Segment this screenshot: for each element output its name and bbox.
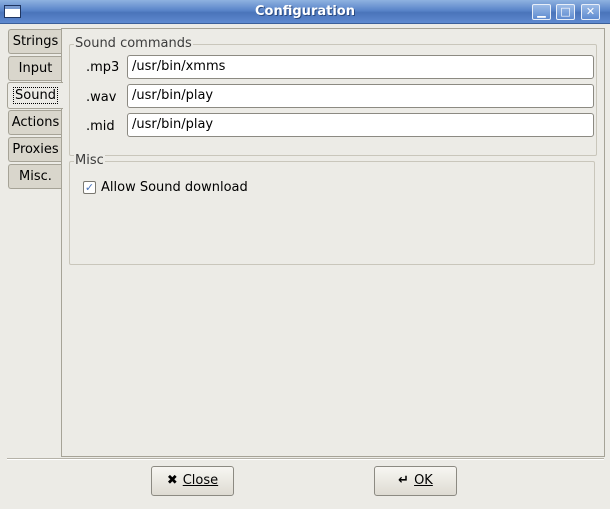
tab-label: Proxies	[12, 142, 59, 157]
separator	[7, 458, 604, 460]
wav-label: .wav	[86, 90, 117, 105]
ok-button[interactable]: ↵ OK	[374, 466, 457, 496]
tab-label: Misc.	[19, 169, 52, 184]
mp3-label: .mp3	[86, 60, 120, 75]
allow-sound-download-label[interactable]: Allow Sound download	[101, 180, 248, 195]
close-button[interactable]: ✖ Close	[151, 466, 234, 496]
maximize-button[interactable]: □	[556, 4, 575, 20]
close-window-button[interactable]: ✕	[581, 4, 600, 20]
mid-label: .mid	[86, 119, 115, 134]
window-title: Configuration	[255, 4, 355, 19]
tab-label: Sound	[13, 87, 58, 104]
tab-misc[interactable]: Misc.	[8, 164, 62, 189]
tab-proxies[interactable]: Proxies	[8, 137, 62, 162]
sound-tab-page: Sound commands .mp3 /usr/bin/xmms .wav /…	[61, 28, 605, 457]
mp3-command-input[interactable]: /usr/bin/xmms	[127, 55, 594, 79]
close-icon: ✖	[166, 473, 178, 488]
tab-label: Input	[18, 61, 53, 76]
close-button-label: Close	[182, 473, 219, 488]
misc-frame: Misc ✓ Allow Sound download	[69, 153, 595, 265]
tab-actions[interactable]: Actions	[8, 110, 62, 135]
ok-button-label: OK	[414, 473, 433, 488]
tab-strings[interactable]: Strings	[8, 29, 62, 54]
tab-input[interactable]: Input	[8, 56, 62, 81]
ok-icon: ↵	[398, 473, 410, 488]
title-bar[interactable]: Configuration ▁ □ ✕	[0, 0, 610, 24]
tab-label: Strings	[12, 34, 59, 49]
allow-sound-download-checkbox[interactable]: ✓	[83, 181, 96, 194]
minimize-button[interactable]: ▁	[532, 4, 551, 20]
tab-label: Actions	[11, 115, 60, 130]
tab-sound[interactable]: Sound	[7, 82, 63, 109]
sound-commands-frame: Sound commands .mp3 /usr/bin/xmms .wav /…	[69, 36, 597, 156]
sound-commands-label: Sound commands	[74, 36, 193, 51]
wav-command-input[interactable]: /usr/bin/play	[127, 84, 594, 108]
misc-label: Misc	[74, 153, 105, 168]
mid-command-input[interactable]: /usr/bin/play	[127, 113, 594, 137]
